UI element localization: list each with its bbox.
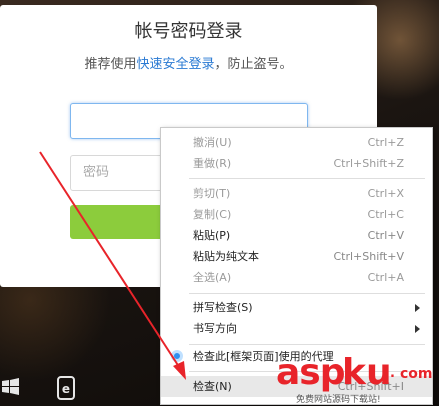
menu-shortcut: Ctrl+C xyxy=(367,208,404,221)
menu-shortcut: Ctrl+Shift+Z xyxy=(333,157,404,170)
menu-shortcut: Ctrl+A xyxy=(367,271,404,284)
subtitle-prefix: 推荐使用 xyxy=(84,57,137,72)
menu-item-paste[interactable]: 粘贴(P) Ctrl+V xyxy=(161,225,432,246)
watermark-brand-a: asp xyxy=(276,352,345,393)
menu-item-undo[interactable]: 撤消(U) Ctrl+Z xyxy=(161,132,432,153)
edge-browser-icon[interactable]: e xyxy=(55,376,77,400)
submenu-arrow-icon xyxy=(415,325,420,333)
subtitle-suffix: ，防止盗号。 xyxy=(214,57,293,72)
menu-item-cut[interactable]: 剪切(T) Ctrl+X xyxy=(161,183,432,204)
login-title: 帐号密码登录 xyxy=(134,21,243,42)
windows-icon[interactable] xyxy=(0,376,22,398)
menu-item-paste-plain-text[interactable]: 粘贴为纯文本 Ctrl+Shift+V xyxy=(161,246,432,267)
menu-label: 剪切(T) xyxy=(193,187,231,200)
menu-label: 全选(A) xyxy=(193,271,232,284)
login-subtitle: 推荐使用快速安全登录，防止盗号。 xyxy=(0,53,377,72)
watermark-dot: . xyxy=(390,366,395,381)
menu-separator xyxy=(189,178,425,179)
menu-item-writing-direction[interactable]: 书写方向 xyxy=(161,318,432,339)
submenu-arrow-icon xyxy=(415,304,420,312)
watermark-logo: asp ku . com 免费网站源码下载站! xyxy=(276,352,436,405)
menu-label: 撤消(U) xyxy=(193,136,232,149)
menu-shortcut: Ctrl+Z xyxy=(367,136,404,149)
quick-login-link[interactable]: 快速安全登录 xyxy=(136,57,214,72)
menu-shortcut: Ctrl+V xyxy=(367,229,404,242)
menu-label: 重做(R) xyxy=(193,157,232,170)
menu-separator xyxy=(189,293,425,294)
menu-label: 粘贴为纯文本 xyxy=(193,250,259,263)
menu-label: 复制(C) xyxy=(193,208,232,221)
watermark-brand-b: ku xyxy=(342,352,392,393)
menu-shortcut: Ctrl+X xyxy=(367,187,404,200)
menu-label: 拼写检查(S) xyxy=(193,301,253,314)
menu-item-select-all[interactable]: 全选(A) Ctrl+A xyxy=(161,267,432,288)
menu-item-spell-check[interactable]: 拼写检查(S) xyxy=(161,297,432,318)
watermark-tld: com xyxy=(400,366,433,382)
watermark-tagline: 免费网站源码下载站! xyxy=(296,395,381,405)
svg-text:e: e xyxy=(62,382,70,396)
menu-item-copy[interactable]: 复制(C) Ctrl+C xyxy=(161,204,432,225)
menu-label: 检查(N) xyxy=(193,380,232,393)
menu-label: 书写方向 xyxy=(193,322,237,335)
menu-separator xyxy=(189,344,425,345)
menu-item-redo[interactable]: 重做(R) Ctrl+Shift+Z xyxy=(161,153,432,174)
menu-shortcut: Ctrl+Shift+V xyxy=(333,250,404,263)
proxy-icon xyxy=(171,350,183,362)
menu-label: 粘贴(P) xyxy=(193,229,231,242)
